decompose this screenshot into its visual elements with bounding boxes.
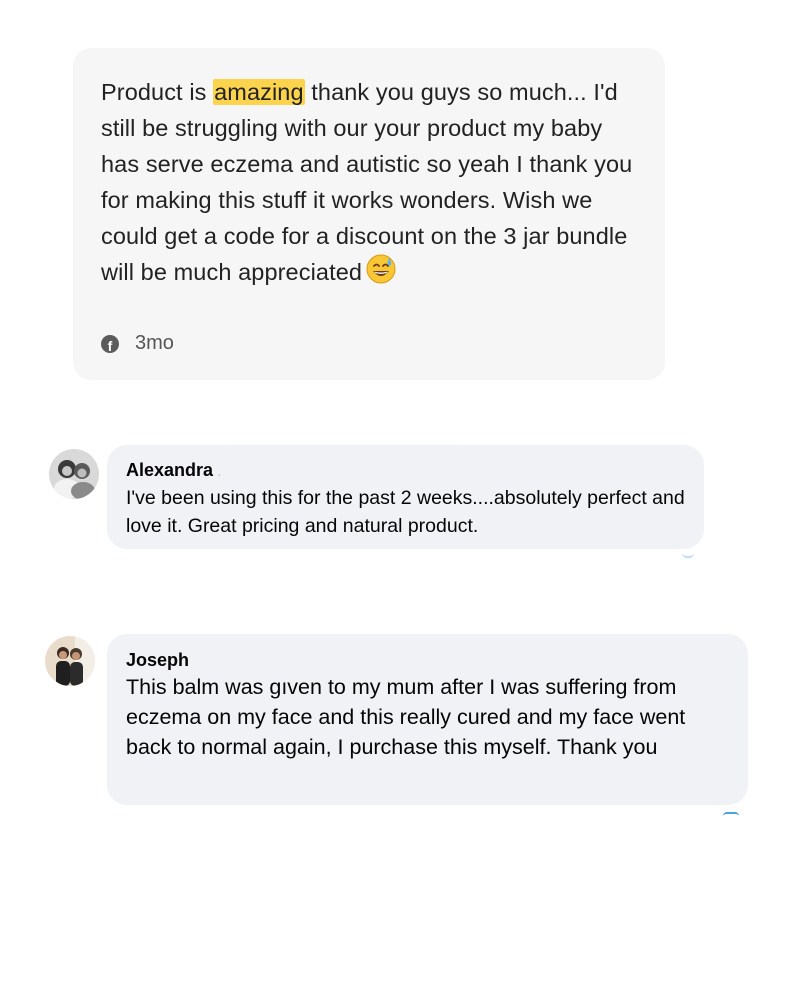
review-card: Product is amazing thank you guys so muc… bbox=[73, 48, 665, 380]
grinning-face-with-sweat-emoji-icon bbox=[366, 254, 396, 294]
avatar[interactable] bbox=[49, 449, 99, 499]
comment-text: This balm was gıven to my mum after I wa… bbox=[126, 675, 686, 759]
reaction-indicator bbox=[723, 812, 739, 816]
avatar[interactable] bbox=[45, 636, 95, 686]
review-text-before: Product is bbox=[101, 79, 214, 105]
comment-bubble: Joseph This balm was gıven to my mum aft… bbox=[107, 634, 748, 805]
facebook-icon: f bbox=[101, 334, 119, 353]
review-highlight: amazing bbox=[213, 79, 305, 105]
comment-text: I've been using this for the past 2 week… bbox=[126, 487, 685, 537]
comment-author[interactable]: Joseph bbox=[126, 649, 189, 671]
review-meta: f 3mo bbox=[101, 332, 174, 355]
page: Product is amazing thank you guys so muc… bbox=[0, 0, 800, 1000]
reaction-indicator bbox=[682, 553, 694, 558]
comment-author-suffix: . bbox=[217, 463, 222, 479]
comment-author[interactable]: Alexandra bbox=[126, 459, 213, 481]
comment-bubble: Alexandra . I've been using this for the… bbox=[107, 445, 704, 549]
review-age: 3mo bbox=[135, 332, 174, 354]
review-text: Product is amazing thank you guys so muc… bbox=[101, 74, 637, 294]
